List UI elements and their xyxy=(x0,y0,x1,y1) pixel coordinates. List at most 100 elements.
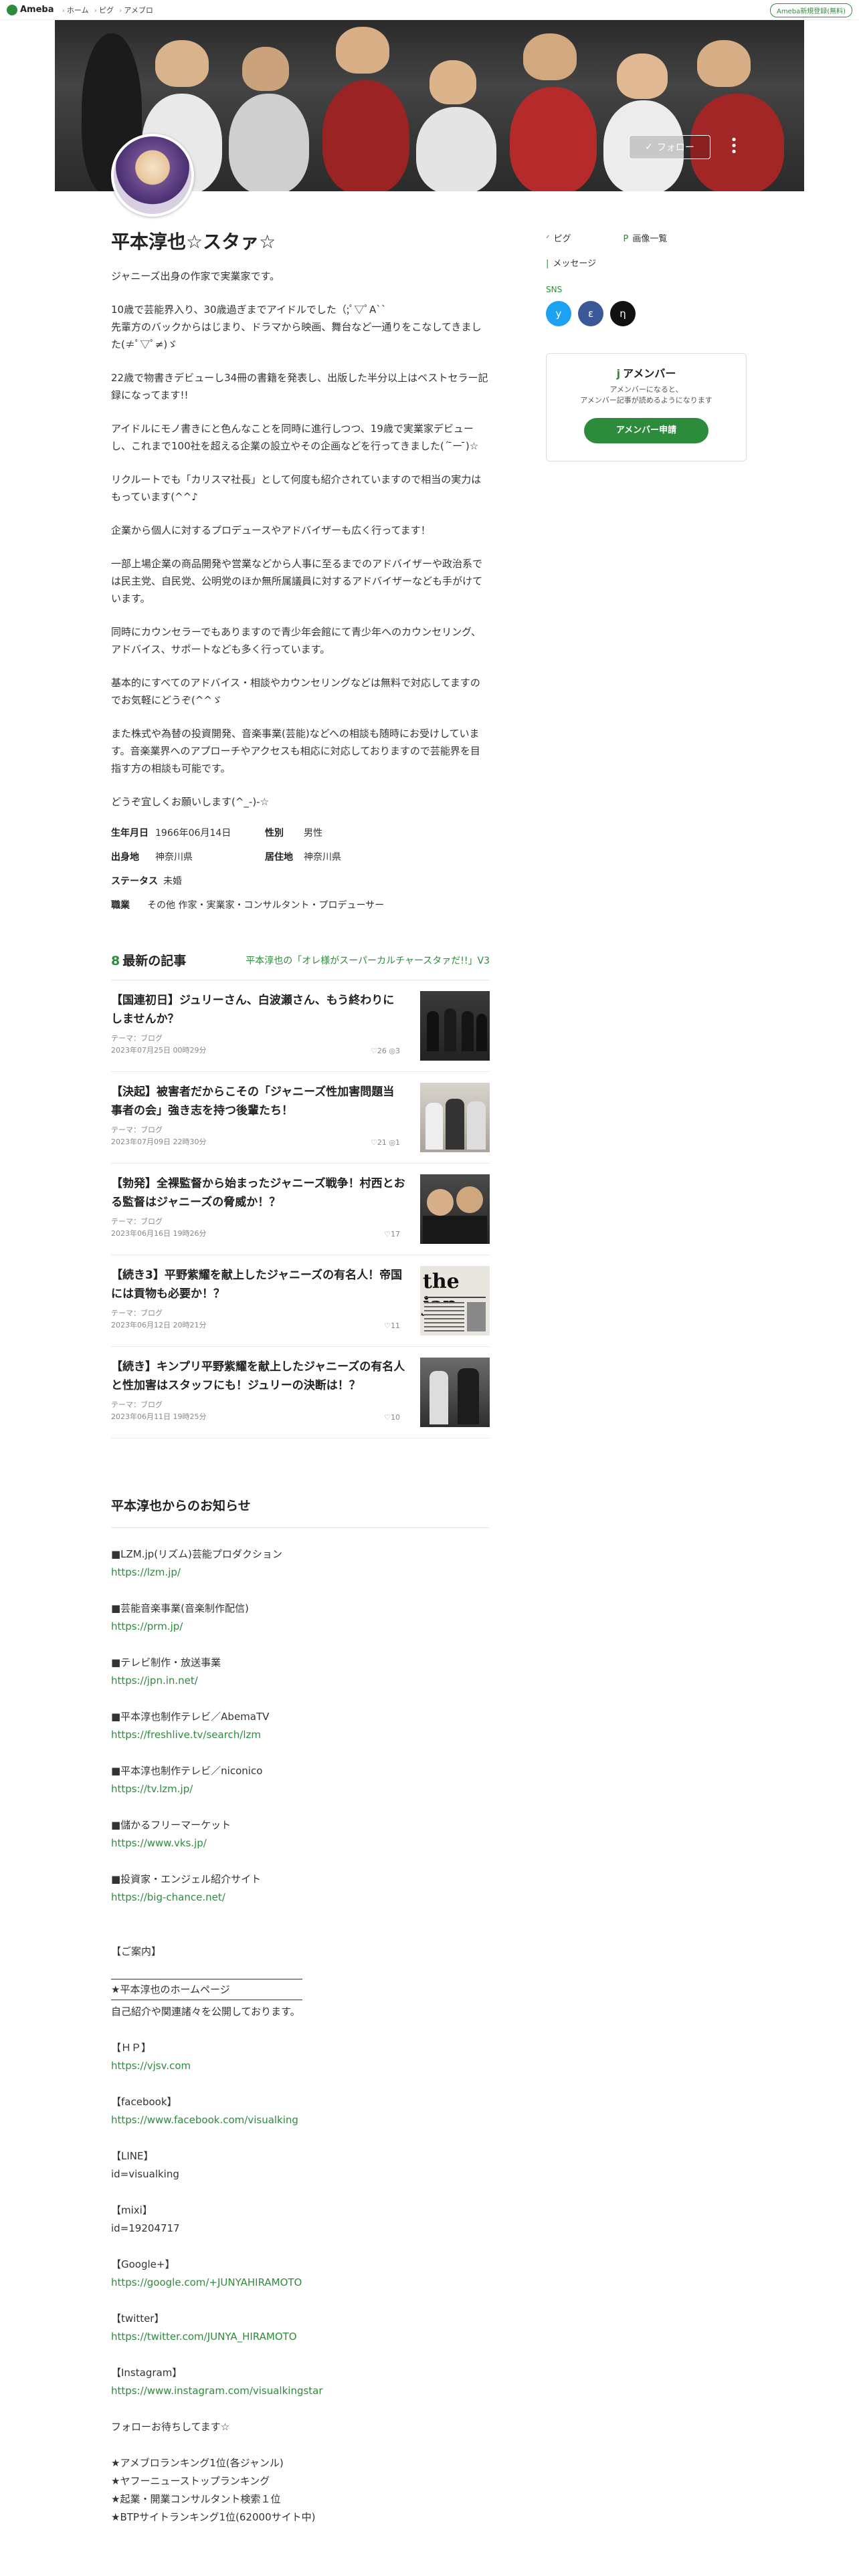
instagram-link[interactable]: https://www.instagram.com/visualkingstar xyxy=(111,2382,490,2400)
article-item[interactable]: 【続き3】平野紫耀を献上したジャニーズの有名人！帝国には貢物も必要か！？ テーマ：… xyxy=(111,1255,490,1347)
amember-box: j アメンバー アメンバーになると、 アメンバー記事が読めるようになります アメンバ… xyxy=(546,353,747,461)
status-value: 未婚 xyxy=(163,876,182,887)
facebook-link[interactable]: https://www.facebook.com/visualking xyxy=(111,2111,490,2129)
article-date: 2023年07月09日 22時30分 xyxy=(111,1138,207,1146)
breadcrumb-home[interactable]: ホーム xyxy=(62,5,89,15)
more-menu-icon[interactable]: • • • xyxy=(729,134,739,158)
bio-paragraph: 基本的にすべてのアドバイス・相談やカウンセリングなどは無料で対応してますのでお気… xyxy=(111,677,480,706)
notice-link[interactable]: https://lzm.jp/ xyxy=(111,1564,490,1582)
notice-label: ■テレビ制作・放送事業 xyxy=(111,1656,221,1669)
residence-value: 神奈川県 xyxy=(304,852,341,863)
bio-paragraph: 22歳で物書きデビューし34冊の書籍を発表し、出版した半分以上はベストセラー記録… xyxy=(111,372,488,401)
ranking-item: ★起業・開業コンサルタント検索１位 xyxy=(111,2493,281,2505)
notice-label: ■平本淳也制作テレビ／AbemaTV xyxy=(111,1711,270,1723)
bio-paragraph: 一部上場企業の商品開発や営業などから人事に至るまでのアドバイザーや政治系では民主… xyxy=(111,558,483,605)
amember-text: アメンバーになると、 xyxy=(609,385,683,394)
facebook-label: 【facebook】 xyxy=(111,2096,177,2108)
bio-paragraph: アイドルにモノ書きにと色んなことを同時に進行しつつ、19歳で実業家デビューし、こ… xyxy=(111,423,479,452)
sns-links: y ε η xyxy=(546,301,747,326)
article-item[interactable]: 【勃発】全裸監督から始まったジャニーズ戦争！村西とおる監督はジャニーズの脅威か！… xyxy=(111,1164,490,1255)
amember-apply-button[interactable]: アメンバー申請 xyxy=(584,418,708,443)
article-thumbnail[interactable] xyxy=(420,1358,490,1427)
hp-link[interactable]: https://vjsv.com xyxy=(111,2057,490,2075)
status-label: ステータス xyxy=(111,876,158,887)
google-link[interactable]: https://google.com/+JUNYAHIRAMOTO xyxy=(111,2274,490,2292)
register-button[interactable]: Ameba新規登録(無料) xyxy=(769,3,852,17)
breadcrumb-pigg[interactable]: ピグ xyxy=(94,5,114,15)
birthplace-label: 出身地 xyxy=(111,852,139,863)
job-label: 職業 xyxy=(111,900,130,911)
bio-paragraph: ジャニーズ出身の作家で実業家です。 xyxy=(111,270,280,282)
twitter-label: 【twitter】 xyxy=(111,2313,165,2325)
main-column: 平本淳也☆スタァ☆ ジャニーズ出身の作家で実業家です。 10歳で芸能界入り、30… xyxy=(111,227,490,2527)
mixi-id: id=19204717 xyxy=(111,2222,180,2234)
notice-link[interactable]: https://www.vks.jp/ xyxy=(111,1834,490,1852)
notice-link[interactable]: https://freshlive.tv/search/lzm xyxy=(111,1726,490,1744)
article-theme[interactable]: テーマ：ブログ xyxy=(111,1307,405,1318)
twitter-icon[interactable]: y xyxy=(546,301,571,326)
mixi-label: 【mixi】 xyxy=(111,2204,153,2216)
bio-paragraph: どうぞ宜しくお願いします(^_-)-☆ xyxy=(111,796,270,808)
notice-label: ■儲かるフリーマーケット xyxy=(111,1819,231,1831)
article-theme[interactable]: テーマ：ブログ xyxy=(111,1124,405,1135)
article-thumbnail[interactable] xyxy=(420,991,490,1061)
bio-paragraph: 10歳で芸能界入り、30歳過ぎまでアイドルでした（;ﾟ▽ﾟA`` 先輩方のバック… xyxy=(111,304,482,350)
article-stats: ♡21 ◎1 xyxy=(371,1138,400,1147)
article-thumbnail[interactable] xyxy=(420,1174,490,1244)
amember-title: アメンバー xyxy=(623,367,676,380)
residence-label: 居住地 xyxy=(265,852,293,863)
article-item[interactable]: 【続き】キンプリ平野紫耀を献上したジャニーズの有名人と性加害はスタッフにも！ジュ… xyxy=(111,1347,490,1438)
facebook-icon[interactable]: ε xyxy=(578,301,603,326)
breadcrumb-ameblo[interactable]: アメブロ xyxy=(119,5,153,15)
article-title[interactable]: 【続き】キンプリ平野紫耀を献上したジャニーズの有名人と性加害はスタッフにも！ジュ… xyxy=(111,1358,405,1395)
bio-paragraph: 同時にカウンセラーでもありますので青少年会館にて青少年へのカウンセリング、アドバ… xyxy=(111,626,482,655)
article-item[interactable]: 【決起】被害者だからこその「ジャニーズ性加害問題当事者の会」強き志を持つ後輩たち… xyxy=(111,1072,490,1164)
pigg-icon: ᐟ xyxy=(546,234,550,244)
article-title[interactable]: 【国連初日】ジュリーさん、白波瀬さん、もう終わりにしませんか？ xyxy=(111,991,405,1029)
notice-label: ■平本淳也制作テレビ／niconico xyxy=(111,1765,263,1777)
article-stats: ♡26 ◎3 xyxy=(371,1047,400,1055)
follow-wait-text: フォローお待ちしてます☆ xyxy=(111,2421,230,2433)
article-theme[interactable]: テーマ：ブログ xyxy=(111,1216,405,1226)
ameba-logo[interactable]: Ameba xyxy=(7,4,54,15)
article-item[interactable]: 【国連初日】ジュリーさん、白波瀬さん、もう終わりにしませんか？ テーマ：ブログ 20… xyxy=(111,980,490,1072)
article-title[interactable]: 【勃発】全裸監督から始まったジャニーズ戦争！村西とおる監督はジャニーズの脅威か！… xyxy=(111,1174,405,1212)
sidebar-item-message[interactable]: | メッセージ xyxy=(546,256,596,269)
article-date: 2023年06月12日 20時21分 xyxy=(111,1321,207,1329)
blog-name-link[interactable]: 平本淳也の「オレ様がスーパーカルチャースタァだ!!」V3 xyxy=(246,954,490,967)
notice-link[interactable]: https://jpn.in.net/ xyxy=(111,1672,490,1690)
gender-label: 性別 xyxy=(265,828,284,839)
article-date: 2023年07月25日 00時29分 xyxy=(111,1046,207,1055)
article-title[interactable]: 【続き3】平野紫耀を献上したジャニーズの有名人！帝国には貢物も必要か！？ xyxy=(111,1266,405,1303)
gender-value: 男性 xyxy=(304,828,322,839)
sidebar-item-pigg[interactable]: ᐟ ピグ xyxy=(546,231,571,244)
notice-link[interactable]: https://prm.jp/ xyxy=(111,1618,490,1636)
sidebar-item-images[interactable]: P 画像一覧 xyxy=(624,231,668,244)
image-icon: P xyxy=(623,234,629,244)
google-label: 【Google+】 xyxy=(111,2258,175,2270)
article-title[interactable]: 【決起】被害者だからこその「ジャニーズ性加害問題当事者の会」強き志を持つ後輩たち… xyxy=(111,1083,405,1120)
bio: ジャニーズ出身の作家で実業家です。 10歳で芸能界入り、30歳過ぎまでアイドルで… xyxy=(111,267,490,811)
avatar[interactable] xyxy=(111,134,194,217)
homepage-heading: ★平本淳也のホームページ xyxy=(111,1983,230,1996)
twitter-link[interactable]: https://twitter.com/JUNYA_HIRAMOTO xyxy=(111,2328,490,2346)
ameba-logo-icon xyxy=(7,4,17,15)
global-header: Ameba ホーム ピグ アメブロ Ameba新規登録(無料) xyxy=(0,0,859,20)
notice-link[interactable]: https://big-chance.net/ xyxy=(111,1889,490,1907)
ranking-item: ★BTPサイトランキング1位(62000サイト中) xyxy=(111,2511,316,2523)
notice-label: ■投資家・エンジェル紹介サイト xyxy=(111,1873,262,1885)
notice-link[interactable]: https://tv.lzm.jp/ xyxy=(111,1780,490,1798)
article-date: 2023年06月11日 19時25分 xyxy=(111,1412,207,1421)
article-date: 2023年06月16日 19時26分 xyxy=(111,1229,207,1238)
threads-icon[interactable]: η xyxy=(610,301,636,326)
article-theme[interactable]: テーマ：ブログ xyxy=(111,1033,405,1043)
bio-paragraph: リクルートでも「カリスマ社長」として何度も紹介されていますので相当の実力はもって… xyxy=(111,473,482,503)
follow-button[interactable]: ✓ フォロー xyxy=(629,135,710,159)
amember-text: アメンバー記事が読めるようになります xyxy=(580,396,712,405)
message-icon: | xyxy=(546,259,549,269)
blog-title: 平本淳也☆スタァ☆ xyxy=(111,231,276,253)
article-theme[interactable]: テーマ：ブログ xyxy=(111,1399,405,1410)
article-thumbnail[interactable] xyxy=(420,1083,490,1152)
article-thumbnail[interactable]: the jap xyxy=(420,1266,490,1335)
birthplace-value: 神奈川県 xyxy=(155,852,193,863)
